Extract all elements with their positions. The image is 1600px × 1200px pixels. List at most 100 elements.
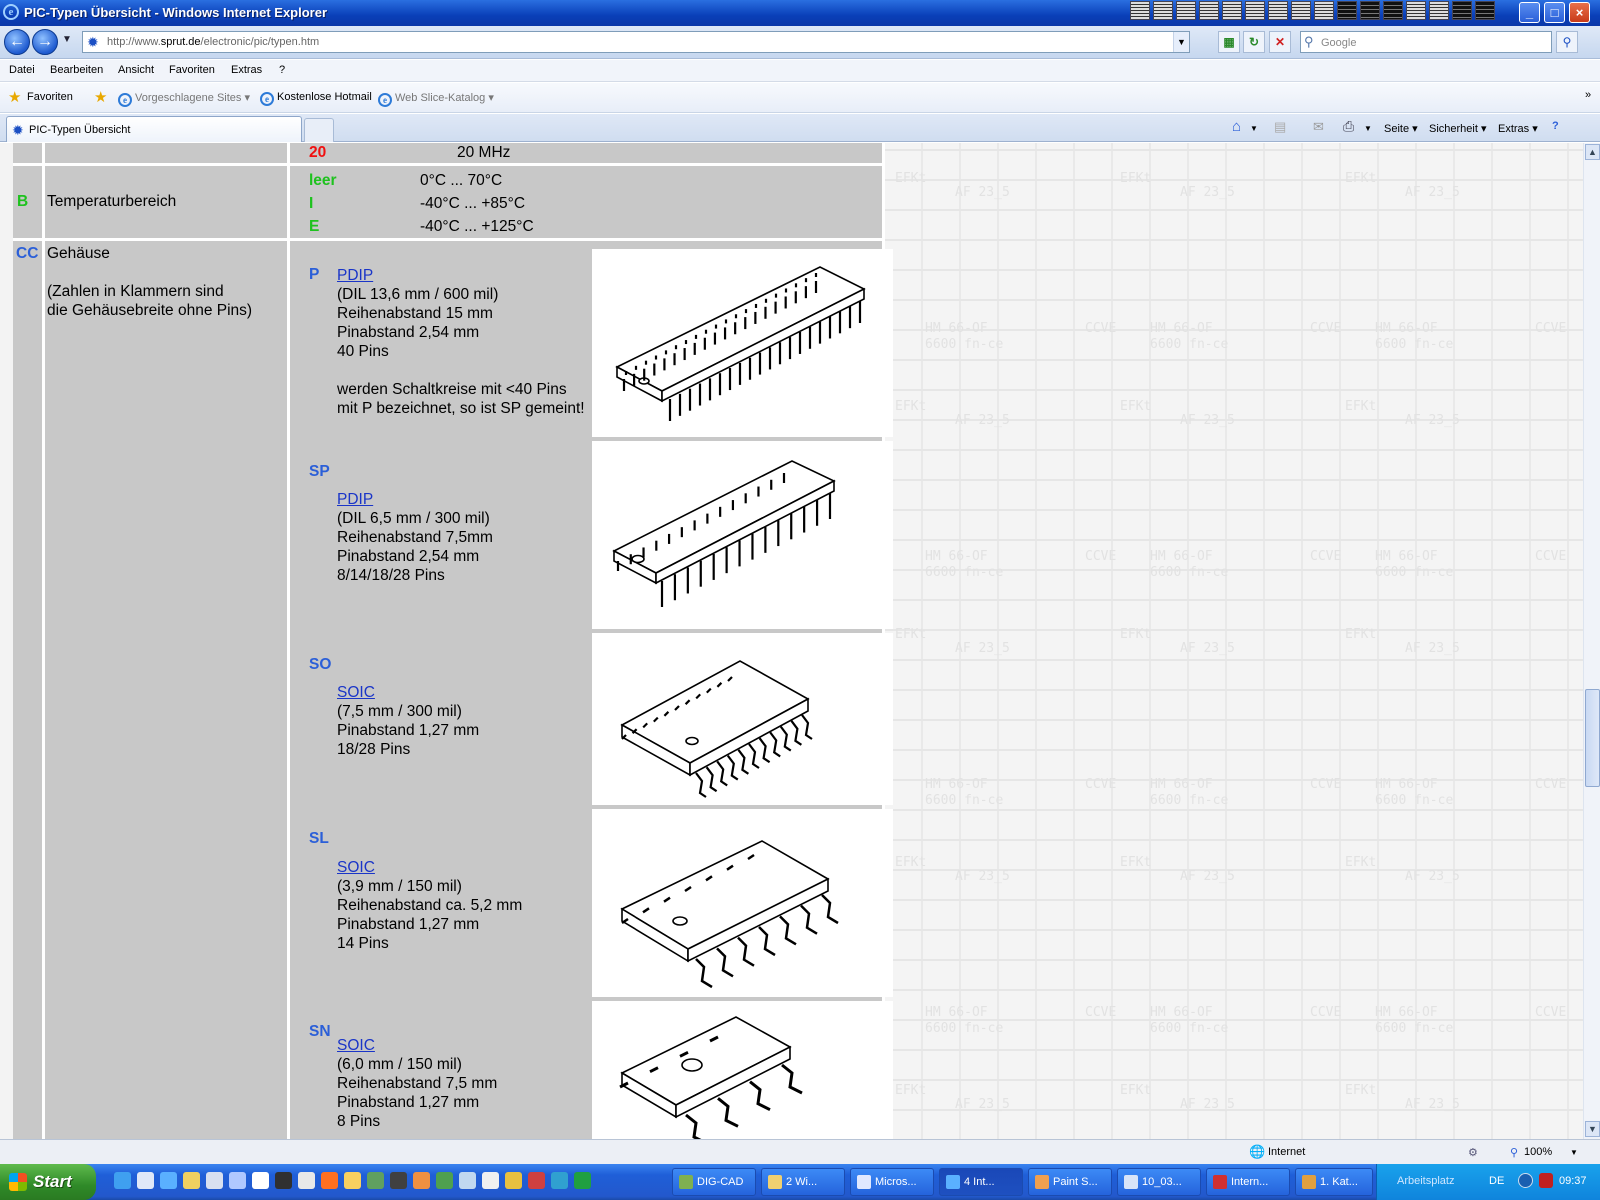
address-dropdown-icon[interactable]: ▼: [1173, 32, 1189, 52]
close-button[interactable]: ×: [1569, 2, 1590, 23]
zoom-level[interactable]: 100%: [1524, 1146, 1552, 1158]
feeds-icon[interactable]: ▤: [1274, 119, 1286, 135]
zoom-icon[interactable]: ⚲: [1510, 1146, 1518, 1159]
app-icon[interactable]: [1245, 1, 1265, 20]
pdip-link[interactable]: PDIP: [337, 490, 373, 509]
taskbar-button-microsoft[interactable]: Micros...: [850, 1168, 934, 1196]
back-button[interactable]: ←: [4, 29, 30, 55]
tab-pic-typen[interactable]: ✹ PIC-Typen Übersicht: [6, 116, 302, 142]
fav-hotmail[interactable]: e Kostenlose Hotmail: [260, 91, 372, 106]
soic-link[interactable]: SOIC: [337, 683, 375, 702]
quicklaunch-icon[interactable]: [252, 1172, 269, 1189]
taskbar-button-ie[interactable]: 4 Int...: [939, 1168, 1023, 1196]
quicklaunch-icon[interactable]: [528, 1172, 545, 1189]
stop-icon[interactable]: ✕: [1269, 31, 1291, 53]
fav-web-slice[interactable]: e Web Slice-Katalog ▾: [378, 91, 494, 107]
scroll-thumb[interactable]: [1585, 689, 1600, 787]
app-icon[interactable]: [1429, 1, 1449, 20]
app-icon[interactable]: [1360, 1, 1380, 20]
forward-button[interactable]: →: [32, 29, 58, 55]
app-icon[interactable]: [1406, 1, 1426, 20]
new-tab-button[interactable]: [304, 118, 334, 142]
help-icon[interactable]: ?: [1552, 120, 1559, 132]
quicklaunch-icon[interactable]: [229, 1172, 246, 1189]
protected-mode-icon[interactable]: ⚙: [1468, 1146, 1478, 1159]
quicklaunch-icon[interactable]: [482, 1172, 499, 1189]
app-icon[interactable]: [1130, 1, 1150, 20]
quicklaunch-icon[interactable]: [298, 1172, 315, 1189]
favorites-button[interactable]: ★ Favoriten: [8, 89, 73, 106]
print-icon[interactable]: ⎙: [1343, 118, 1354, 135]
quicklaunch-icon[interactable]: [551, 1172, 568, 1189]
start-button[interactable]: Start: [0, 1164, 96, 1200]
cmd-seite[interactable]: Seite ▾: [1384, 122, 1418, 135]
app-icon[interactable]: [1383, 1, 1403, 20]
app-icon[interactable]: [1475, 1, 1495, 20]
app-icon[interactable]: [1452, 1, 1472, 20]
quicklaunch-icon[interactable]: [275, 1172, 292, 1189]
minimize-button[interactable]: _: [1519, 2, 1540, 23]
menu-help[interactable]: ?: [279, 64, 285, 76]
taskbar-button-document[interactable]: 10_03...: [1117, 1168, 1201, 1196]
cmd-sicherheit[interactable]: Sicherheit ▾: [1429, 122, 1487, 135]
soic-link[interactable]: SOIC: [337, 1036, 375, 1055]
app-icon[interactable]: [1337, 1, 1357, 20]
quicklaunch-icon[interactable]: [321, 1172, 338, 1189]
app-icon[interactable]: [1291, 1, 1311, 20]
address-bar[interactable]: ✹ http://www.sprut.de/electronic/pic/typ…: [82, 31, 1190, 53]
home-icon[interactable]: ⌂: [1232, 118, 1241, 135]
quicklaunch-icon[interactable]: [574, 1172, 591, 1189]
language-indicator[interactable]: DE: [1489, 1175, 1504, 1187]
app-icon[interactable]: [1176, 1, 1196, 20]
taskbar-button-paint[interactable]: Paint S...: [1028, 1168, 1112, 1196]
history-dropdown-icon[interactable]: ▼: [62, 34, 72, 45]
scroll-up-icon[interactable]: ▲: [1585, 144, 1600, 160]
soic-link[interactable]: SOIC: [337, 858, 375, 877]
app-icon[interactable]: [1199, 1, 1219, 20]
print-dropdown-icon[interactable]: ▼: [1364, 124, 1372, 133]
chevron-more-icon[interactable]: »: [1585, 89, 1591, 101]
refresh-icon[interactable]: ↻: [1243, 31, 1265, 53]
home-dropdown-icon[interactable]: ▼: [1250, 124, 1258, 133]
menu-datei[interactable]: Datei: [9, 64, 35, 76]
scroll-down-icon[interactable]: ▼: [1585, 1121, 1600, 1137]
quicklaunch-icon[interactable]: [436, 1172, 453, 1189]
quicklaunch-icon[interactable]: [413, 1172, 430, 1189]
cmd-extras[interactable]: Extras ▾: [1498, 122, 1538, 135]
address-url[interactable]: http://www.sprut.de/electronic/pic/typen…: [107, 36, 319, 48]
menu-ansicht[interactable]: Ansicht: [118, 64, 154, 76]
quicklaunch-icon[interactable]: [137, 1172, 154, 1189]
pdip-link[interactable]: PDIP: [337, 266, 373, 285]
app-icon[interactable]: [1268, 1, 1288, 20]
quicklaunch-icon[interactable]: [505, 1172, 522, 1189]
app-icon[interactable]: [1222, 1, 1242, 20]
fav-suggested-sites[interactable]: e Vorgeschlagene Sites ▾: [118, 91, 250, 107]
search-input[interactable]: ⚲ Google: [1300, 31, 1552, 53]
vertical-scrollbar[interactable]: ▲ ▼: [1583, 143, 1600, 1139]
quicklaunch-icon[interactable]: [344, 1172, 361, 1189]
taskbar-button-explorer[interactable]: 2 Wi...: [761, 1168, 845, 1196]
maximize-button[interactable]: □: [1544, 2, 1565, 23]
quicklaunch-icon[interactable]: [183, 1172, 200, 1189]
zoom-dropdown-icon[interactable]: ▼: [1570, 1148, 1578, 1157]
quicklaunch-icon[interactable]: [459, 1172, 476, 1189]
tray-arbeitsplatz[interactable]: Arbeitsplatz: [1397, 1175, 1454, 1187]
quicklaunch-icon[interactable]: [206, 1172, 223, 1189]
quicklaunch-icon[interactable]: [367, 1172, 384, 1189]
quicklaunch-icon[interactable]: [160, 1172, 177, 1189]
quicklaunch-icon[interactable]: [390, 1172, 407, 1189]
menu-favoriten[interactable]: Favoriten: [169, 64, 215, 76]
quicklaunch-icon[interactable]: [114, 1172, 131, 1189]
network-icon[interactable]: [1518, 1173, 1533, 1188]
app-icon[interactable]: [1314, 1, 1334, 20]
taskbar-button-dig-cad[interactable]: DIG-CAD: [672, 1168, 756, 1196]
menu-bearbeiten[interactable]: Bearbeiten: [50, 64, 103, 76]
search-button[interactable]: ⚲: [1556, 31, 1578, 53]
compatibility-icon[interactable]: ▦: [1218, 31, 1240, 53]
menu-extras[interactable]: Extras: [231, 64, 262, 76]
mail-icon[interactable]: ✉: [1313, 119, 1324, 135]
taskbar-button-internet[interactable]: Intern...: [1206, 1168, 1290, 1196]
taskbar-button-katalog[interactable]: 1. Kat...: [1295, 1168, 1373, 1196]
app-icon[interactable]: [1153, 1, 1173, 20]
security-shield-icon[interactable]: [1539, 1173, 1553, 1188]
